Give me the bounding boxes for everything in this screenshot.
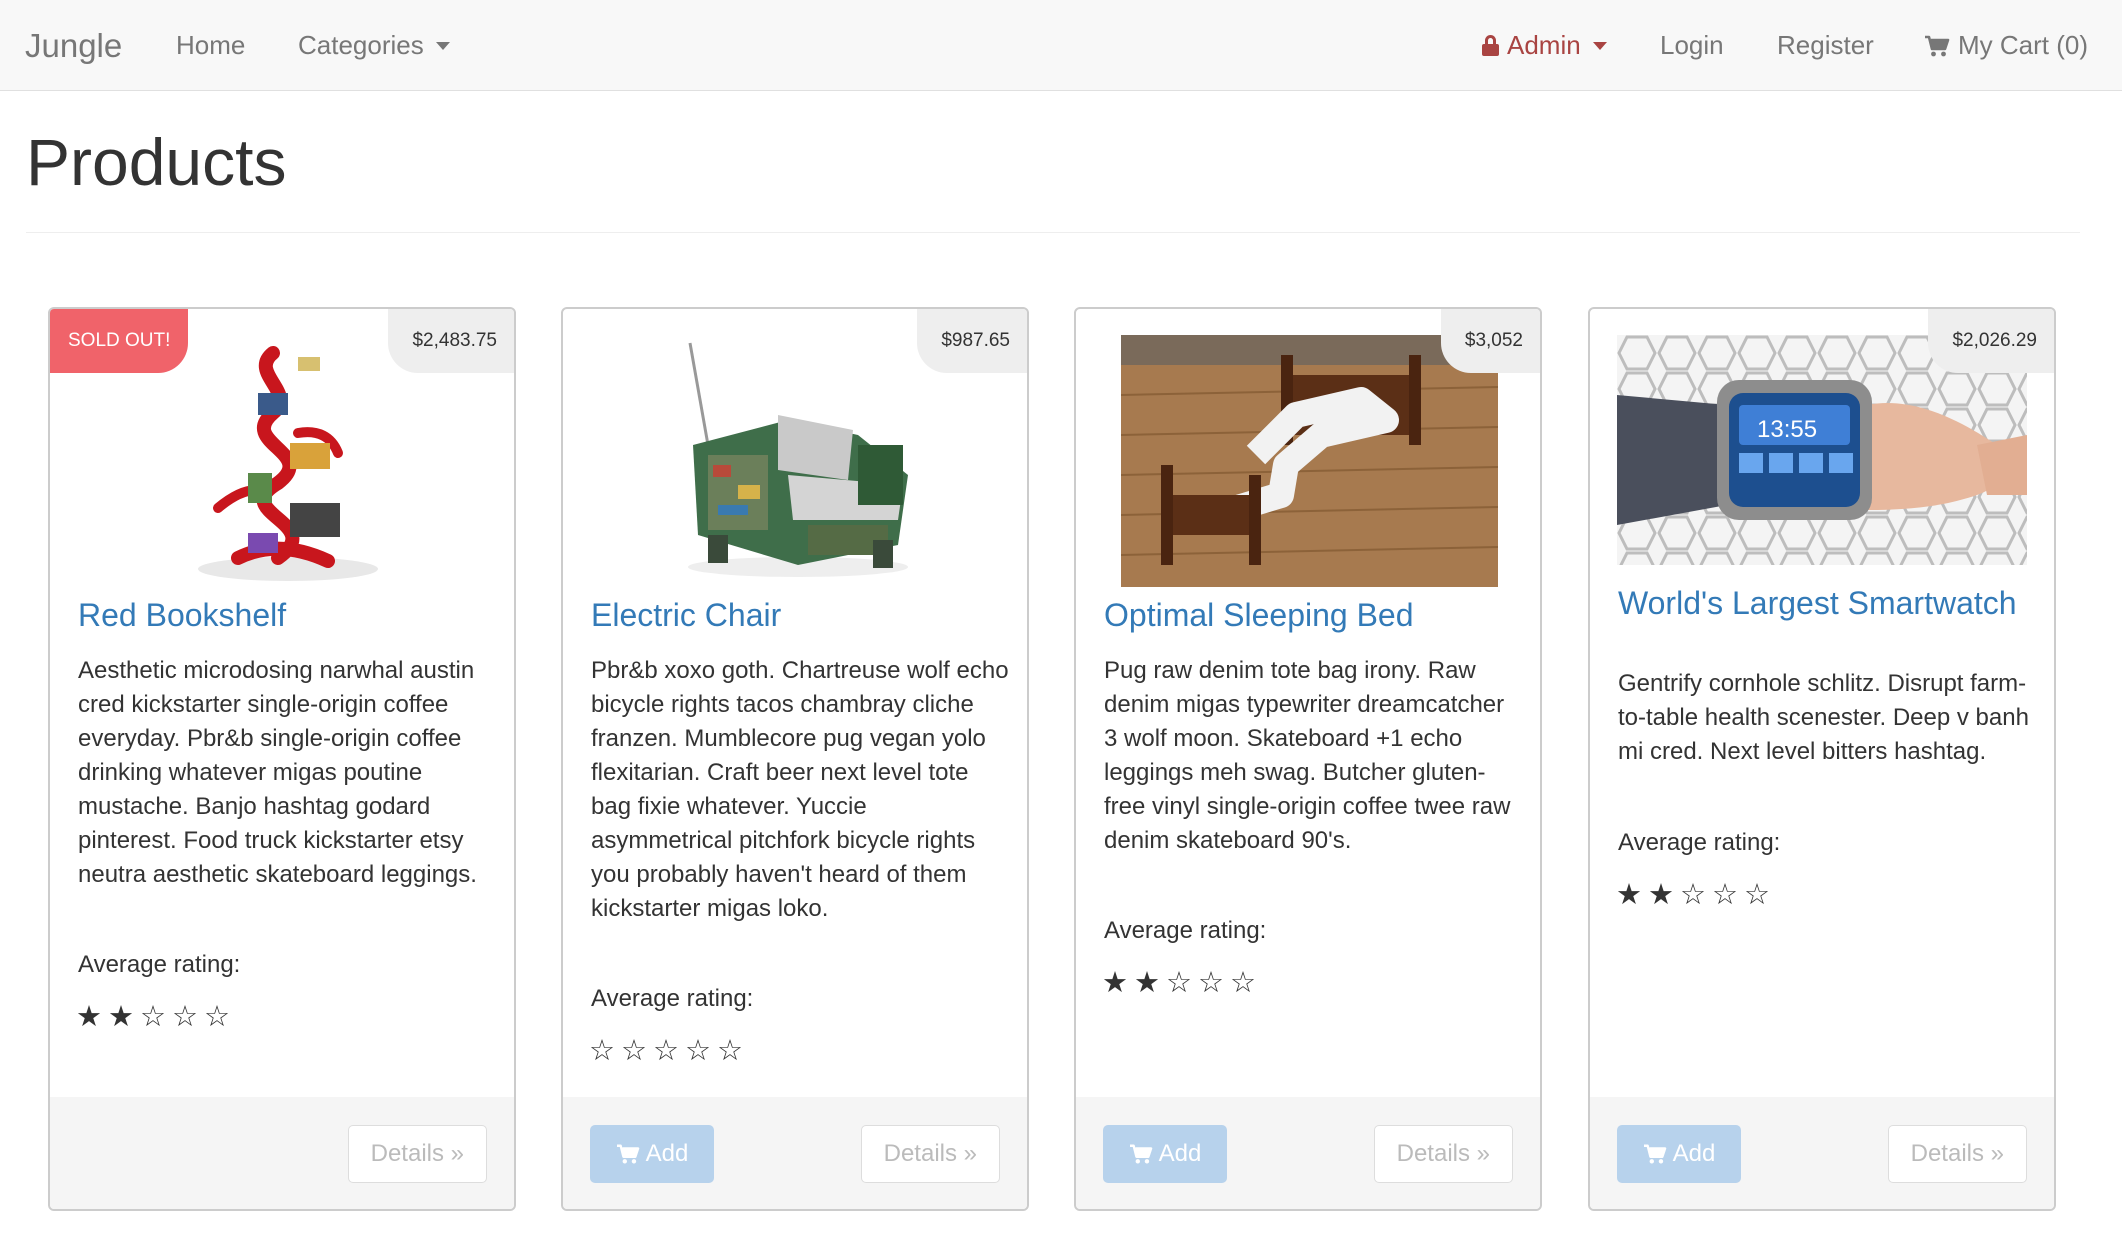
card-footer: Add Details » [1076, 1097, 1540, 1209]
add-button-label: Add [1672, 1140, 1716, 1167]
product-description: Gentrify cornhole schlitz. Disrupt farm-… [1618, 670, 2029, 765]
lock-icon [1482, 35, 1499, 56]
product-card: $2,026.29 13:55 World's Largest Smartwat… [1588, 307, 2056, 1211]
nav-login-link[interactable]: Login [1660, 0, 1724, 91]
price-tag: $987.65 [917, 309, 1027, 373]
product-name-link[interactable]: Red Bookshelf [78, 598, 498, 632]
watch-time-text: 13:55 [1757, 416, 1817, 443]
nav-categories-dropdown[interactable]: Categories [298, 0, 450, 91]
product-image[interactable] [1121, 335, 1498, 587]
product-name-link[interactable]: Electric Chair [591, 598, 1011, 632]
cart-icon [616, 1144, 639, 1164]
star-rating: ★★☆☆☆ [1616, 879, 1776, 911]
price-tag: $3,052 [1440, 309, 1540, 373]
product-name-link[interactable]: World's Largest Smartwatch [1618, 586, 2038, 620]
product-name-link[interactable]: Optimal Sleeping Bed [1104, 598, 1524, 632]
add-button-label: Add [1158, 1140, 1202, 1167]
nav-cart-label: My Cart (0) [1958, 30, 2088, 60]
product-image[interactable] [178, 333, 388, 583]
header-divider [26, 232, 2080, 233]
product-image[interactable] [668, 335, 926, 585]
details-button[interactable]: Details » [347, 1125, 487, 1183]
navbar: Jungle Home Categories Admin Login Regis… [0, 0, 2122, 91]
nav-admin-label: Admin [1507, 30, 1581, 60]
chevron-down-icon [435, 41, 450, 50]
card-footer: Add Details » [563, 1097, 1027, 1209]
card-footer: Details » [50, 1097, 514, 1209]
cart-icon [1925, 35, 1950, 56]
product-description: Pug raw denim tote bag irony. Raw denim … [1104, 657, 1511, 854]
add-to-cart-button[interactable]: Add [590, 1125, 714, 1183]
price-tag: $2,026.29 [1928, 309, 2054, 373]
product-card: $3,052 Optimal Sleeping Bed Pug raw deni… [1074, 307, 1542, 1211]
add-button-label: Add [645, 1140, 689, 1167]
nav-home-link[interactable]: Home [176, 0, 245, 91]
sold-out-badge: SOLD OUT! [50, 309, 189, 373]
rating-label: Average rating: [1104, 917, 1267, 944]
add-to-cart-button[interactable]: Add [1617, 1125, 1741, 1183]
product-card: $987.65 Electric Chair Pbr&b xoxo goth. … [561, 307, 1029, 1211]
price-tag: $2,483.75 [388, 309, 514, 373]
brand-link[interactable]: Jungle [25, 0, 122, 91]
product-description: Pbr&b xoxo goth. Chartreuse wolf echo bi… [591, 657, 1009, 922]
product-card: SOLD OUT! $2,483.75 Red Bookshelf Aesthe… [48, 307, 516, 1211]
nav-register-link[interactable]: Register [1777, 0, 1874, 91]
nav-categories-label: Categories [298, 30, 424, 60]
cart-icon [1129, 1144, 1152, 1164]
details-button[interactable]: Details » [1373, 1125, 1513, 1183]
nav-admin-dropdown[interactable]: Admin [1482, 0, 1607, 91]
rating-label: Average rating: [1618, 829, 1781, 856]
cart-icon [1643, 1144, 1666, 1164]
star-rating: ★★☆☆☆ [76, 1001, 236, 1033]
star-rating: ☆☆☆☆☆ [589, 1035, 749, 1067]
rating-label: Average rating: [591, 985, 754, 1012]
nav-cart-link[interactable]: My Cart (0) [1924, 0, 2088, 91]
star-rating: ★★☆☆☆ [1102, 967, 1262, 999]
add-to-cart-button[interactable]: Add [1103, 1125, 1227, 1183]
details-button[interactable]: Details » [1887, 1125, 2027, 1183]
product-description: Aesthetic microdosing narwhal austin cre… [78, 657, 477, 888]
chevron-down-icon [1592, 41, 1607, 50]
page-title: Products [26, 125, 287, 199]
details-button[interactable]: Details » [860, 1125, 1000, 1183]
card-footer: Add Details » [1590, 1097, 2054, 1209]
rating-label: Average rating: [78, 951, 241, 978]
